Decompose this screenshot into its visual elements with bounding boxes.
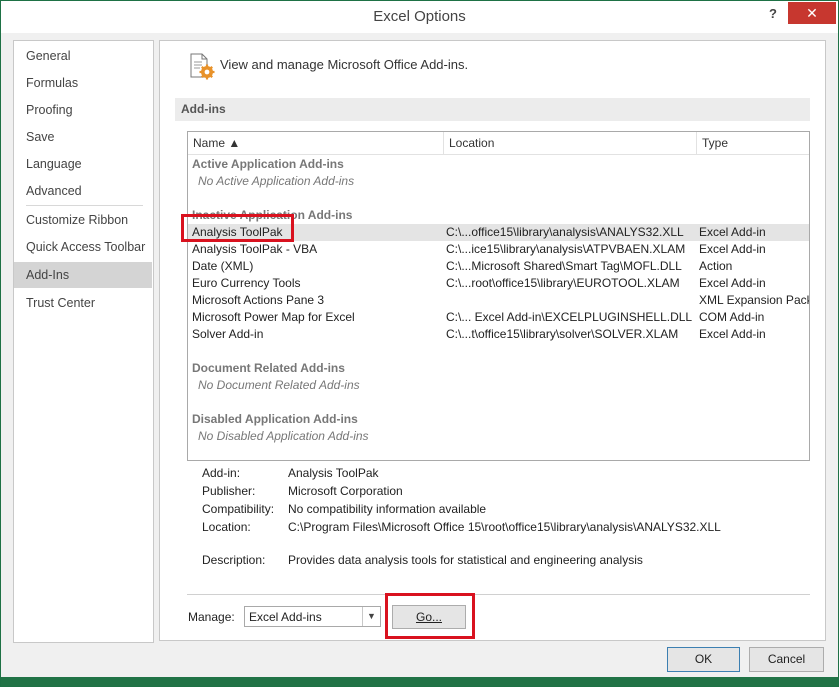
sidebar-item-customize-ribbon[interactable]: Customize Ribbon xyxy=(14,207,152,233)
table-row[interactable]: Solver Add-in C:\...t\office15\library\s… xyxy=(188,326,809,343)
add-ins-list[interactable]: Name ▲ Location Type Active Application … xyxy=(187,131,810,461)
group-title-inactive: Inactive Application Add-ins xyxy=(192,208,352,222)
section-header-add-ins: Add-ins xyxy=(175,98,810,121)
sidebar-item-language[interactable]: Language xyxy=(14,151,152,177)
sidebar-item-advanced[interactable]: Advanced xyxy=(14,178,152,204)
cancel-button[interactable]: Cancel xyxy=(749,647,824,672)
manage-divider xyxy=(187,594,810,595)
addin-type: Action xyxy=(699,258,810,275)
add-ins-gear-icon xyxy=(187,51,217,81)
column-header-name[interactable]: Name ▲ xyxy=(188,132,443,155)
column-header-location[interactable]: Location xyxy=(443,132,696,155)
addin-location: C:\...Microsoft Shared\Smart Tag\MOFL.DL… xyxy=(446,258,694,275)
detail-value-addin: Analysis ToolPak xyxy=(288,466,379,480)
manage-dropdown-value: Excel Add-ins xyxy=(249,610,322,624)
addin-location: C:\...ice15\library\analysis\ATPVBAEN.XL… xyxy=(446,241,694,258)
addin-name: Date (XML) xyxy=(192,258,442,275)
addin-location: C:\...root\office15\library\EUROTOOL.XLA… xyxy=(446,275,694,292)
options-sidebar: General Formulas Proofing Save Language … xyxy=(13,40,154,643)
detail-label-addin: Add-in: xyxy=(202,466,240,480)
go-button[interactable]: Go... xyxy=(392,605,466,629)
addin-name: Analysis ToolPak xyxy=(192,224,442,241)
title-bar: Excel Options ? ✕ xyxy=(1,1,838,33)
sidebar-item-trust-center[interactable]: Trust Center xyxy=(14,290,152,316)
add-ins-panel: View and manage Microsoft Office Add-ins… xyxy=(159,40,826,641)
sidebar-divider xyxy=(26,205,143,206)
panel-header-text: View and manage Microsoft Office Add-ins… xyxy=(220,57,468,72)
table-row[interactable]: Date (XML) C:\...Microsoft Shared\Smart … xyxy=(188,258,809,275)
sidebar-item-general[interactable]: General xyxy=(14,43,152,69)
addin-location: C:\...office15\library\analysis\ANALYS32… xyxy=(446,224,694,241)
addin-location: C:\... Excel Add-in\EXCELPLUGINSHELL.DLL xyxy=(446,309,694,326)
detail-label-location: Location: xyxy=(202,520,251,534)
group-empty-active: No Active Application Add-ins xyxy=(198,174,354,188)
detail-label-publisher: Publisher: xyxy=(202,484,255,498)
sidebar-item-formulas[interactable]: Formulas xyxy=(14,70,152,96)
addin-name: Microsoft Power Map for Excel xyxy=(192,309,442,326)
addin-type: XML Expansion Pack xyxy=(699,292,810,309)
accent-bar xyxy=(1,677,838,686)
help-button[interactable]: ? xyxy=(763,6,783,21)
sidebar-item-proofing[interactable]: Proofing xyxy=(14,97,152,123)
table-row[interactable]: Microsoft Power Map for Excel C:\... Exc… xyxy=(188,309,809,326)
detail-label-compatibility: Compatibility: xyxy=(202,502,274,516)
table-row[interactable]: Analysis ToolPak C:\...office15\library\… xyxy=(188,224,809,241)
close-button[interactable]: ✕ xyxy=(788,2,836,24)
group-title-active: Active Application Add-ins xyxy=(192,157,344,171)
addin-type: COM Add-in xyxy=(699,309,810,326)
detail-label-description: Description: xyxy=(202,553,265,567)
detail-value-publisher: Microsoft Corporation xyxy=(288,484,403,498)
addin-type: Excel Add-in xyxy=(699,275,810,292)
chevron-down-icon[interactable]: ▼ xyxy=(362,607,380,626)
dialog-title: Excel Options xyxy=(1,8,838,25)
sidebar-item-add-ins[interactable]: Add-Ins xyxy=(14,262,152,288)
group-empty-document: No Document Related Add-ins xyxy=(198,378,360,392)
table-row[interactable]: Euro Currency Tools C:\...root\office15\… xyxy=(188,275,809,292)
addin-name: Solver Add-in xyxy=(192,326,442,343)
addin-type: Excel Add-in xyxy=(699,224,810,241)
ok-button[interactable]: OK xyxy=(667,647,740,672)
section-title: Add-ins xyxy=(181,102,226,116)
addin-name: Euro Currency Tools xyxy=(192,275,442,292)
table-row[interactable]: Analysis ToolPak - VBA C:\...ice15\libra… xyxy=(188,241,809,258)
addin-location: C:\...t\office15\library\solver\SOLVER.X… xyxy=(446,326,694,343)
manage-label: Manage: xyxy=(188,610,235,624)
go-button-label: Go... xyxy=(416,610,442,624)
addin-type: Excel Add-in xyxy=(699,326,810,343)
addin-name: Microsoft Actions Pane 3 xyxy=(192,292,442,309)
sidebar-item-save[interactable]: Save xyxy=(14,124,152,150)
table-row[interactable]: Microsoft Actions Pane 3 XML Expansion P… xyxy=(188,292,809,309)
group-title-disabled: Disabled Application Add-ins xyxy=(192,412,358,426)
column-header-type[interactable]: Type xyxy=(696,132,809,155)
addin-name: Analysis ToolPak - VBA xyxy=(192,241,442,258)
addin-type: Excel Add-in xyxy=(699,241,810,258)
sidebar-item-quick-access-toolbar[interactable]: Quick Access Toolbar xyxy=(14,234,152,260)
detail-value-description: Provides data analysis tools for statist… xyxy=(288,553,643,567)
excel-options-dialog: Excel Options ? ✕ General Formulas Proof… xyxy=(0,0,839,687)
group-empty-disabled: No Disabled Application Add-ins xyxy=(198,429,369,443)
group-title-document: Document Related Add-ins xyxy=(192,361,345,375)
manage-dropdown[interactable]: Excel Add-ins ▼ xyxy=(244,606,381,627)
detail-value-location: C:\Program Files\Microsoft Office 15\roo… xyxy=(288,520,721,534)
detail-value-compatibility: No compatibility information available xyxy=(288,502,486,516)
